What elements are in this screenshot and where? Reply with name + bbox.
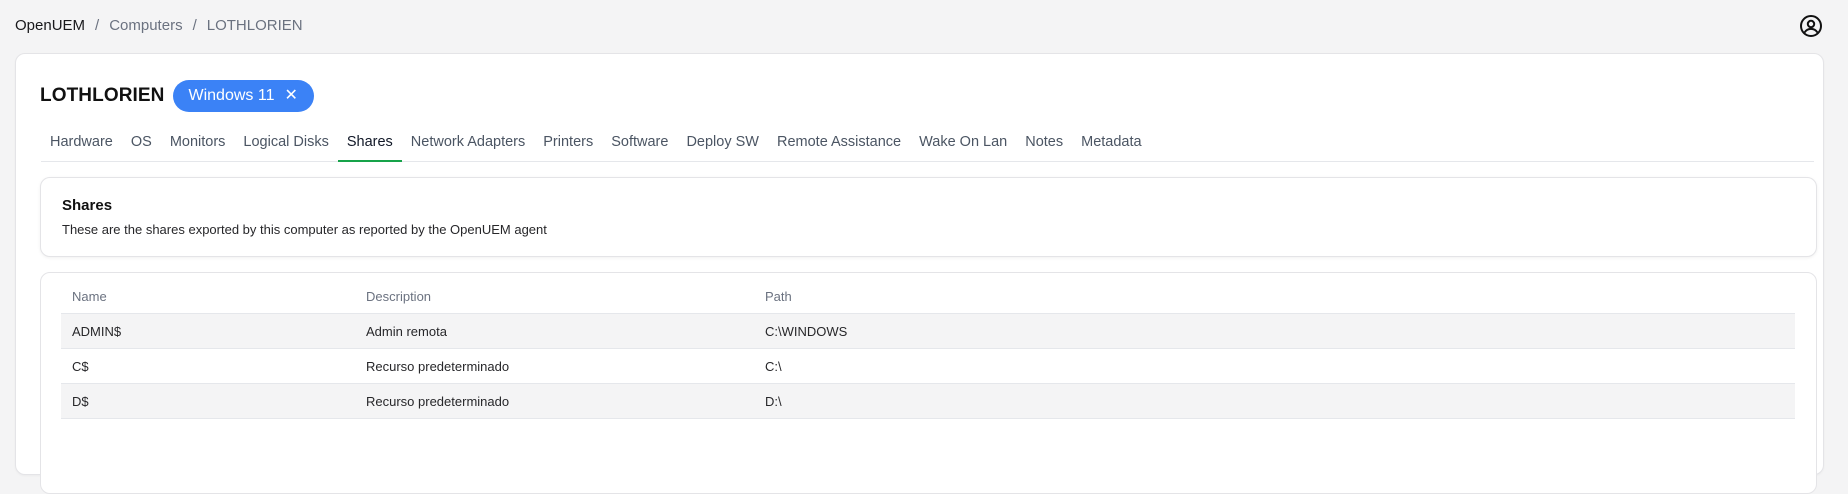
- section-title: Shares: [62, 197, 113, 214]
- tab-os[interactable]: OS: [122, 133, 161, 160]
- section-description: These are the shares exported by this co…: [62, 222, 547, 237]
- share-name: C$: [61, 348, 355, 384]
- tab-wake-on-lan[interactable]: Wake On Lan: [910, 133, 1016, 160]
- table-row: ADMIN$ Admin remota C:\WINDOWS: [61, 313, 1795, 349]
- column-header-name: Name: [61, 279, 355, 314]
- top-bar: OpenUEM / Computers / LOTHLORIEN: [0, 0, 1848, 52]
- breadcrumb-item-current: LOTHLORIEN: [206, 17, 303, 34]
- os-badge: Windows 11 ✕: [172, 80, 314, 112]
- breadcrumb-item-openuem[interactable]: OpenUEM: [15, 17, 85, 34]
- shares-table-card: Name Description Path ADMIN$ Admin remot…: [40, 272, 1817, 494]
- tab-network-adapters[interactable]: Network Adapters: [402, 133, 534, 160]
- close-icon[interactable]: ✕: [284, 88, 297, 104]
- tab-hardware[interactable]: Hardware: [41, 133, 122, 160]
- tab-deploy-sw[interactable]: Deploy SW: [677, 133, 768, 160]
- share-name: ADMIN$: [61, 313, 355, 349]
- device-name: LOTHLORIEN: [40, 85, 165, 106]
- tab-shares[interactable]: Shares: [337, 133, 402, 162]
- breadcrumb-separator: /: [95, 17, 100, 34]
- shares-info-card: Shares These are the shares exported by …: [40, 177, 1817, 257]
- shares-table: Name Description Path ADMIN$ Admin remot…: [61, 279, 1795, 419]
- tab-metadata[interactable]: Metadata: [1072, 133, 1150, 160]
- column-header-path: Path: [754, 279, 1795, 314]
- os-badge-label: Windows 11: [188, 87, 275, 104]
- tab-logical-disks[interactable]: Logical Disks: [234, 133, 337, 160]
- share-path: D:\: [754, 383, 1795, 419]
- column-header-description: Description: [355, 279, 754, 314]
- share-description: Recurso predeterminado: [355, 383, 754, 419]
- title-row: LOTHLORIEN Windows 11 ✕: [40, 80, 314, 112]
- tab-monitors[interactable]: Monitors: [161, 133, 235, 160]
- table-row: D$ Recurso predeterminado D:\: [61, 383, 1795, 419]
- user-circle-icon[interactable]: [1799, 14, 1823, 38]
- tab-remote-assistance[interactable]: Remote Assistance: [768, 133, 910, 160]
- breadcrumb: OpenUEM / Computers / LOTHLORIEN: [15, 17, 303, 34]
- breadcrumb-item-computers[interactable]: Computers: [109, 17, 182, 34]
- table-header-row: Name Description Path: [61, 279, 1795, 314]
- share-path: C:\: [754, 348, 1795, 384]
- table-row: C$ Recurso predeterminado C:\: [61, 348, 1795, 384]
- share-description: Recurso predeterminado: [355, 348, 754, 384]
- tab-notes[interactable]: Notes: [1016, 133, 1072, 160]
- computer-detail-card: LOTHLORIEN Windows 11 ✕ Hardware OS Moni…: [15, 53, 1824, 494]
- tab-software[interactable]: Software: [602, 133, 677, 160]
- breadcrumb-separator: /: [192, 17, 197, 34]
- share-description: Admin remota: [355, 313, 754, 349]
- share-path: C:\WINDOWS: [754, 313, 1795, 349]
- tab-bar: Hardware OS Monitors Logical Disks Share…: [41, 133, 1814, 162]
- share-name: D$: [61, 383, 355, 419]
- tab-printers[interactable]: Printers: [534, 133, 602, 160]
